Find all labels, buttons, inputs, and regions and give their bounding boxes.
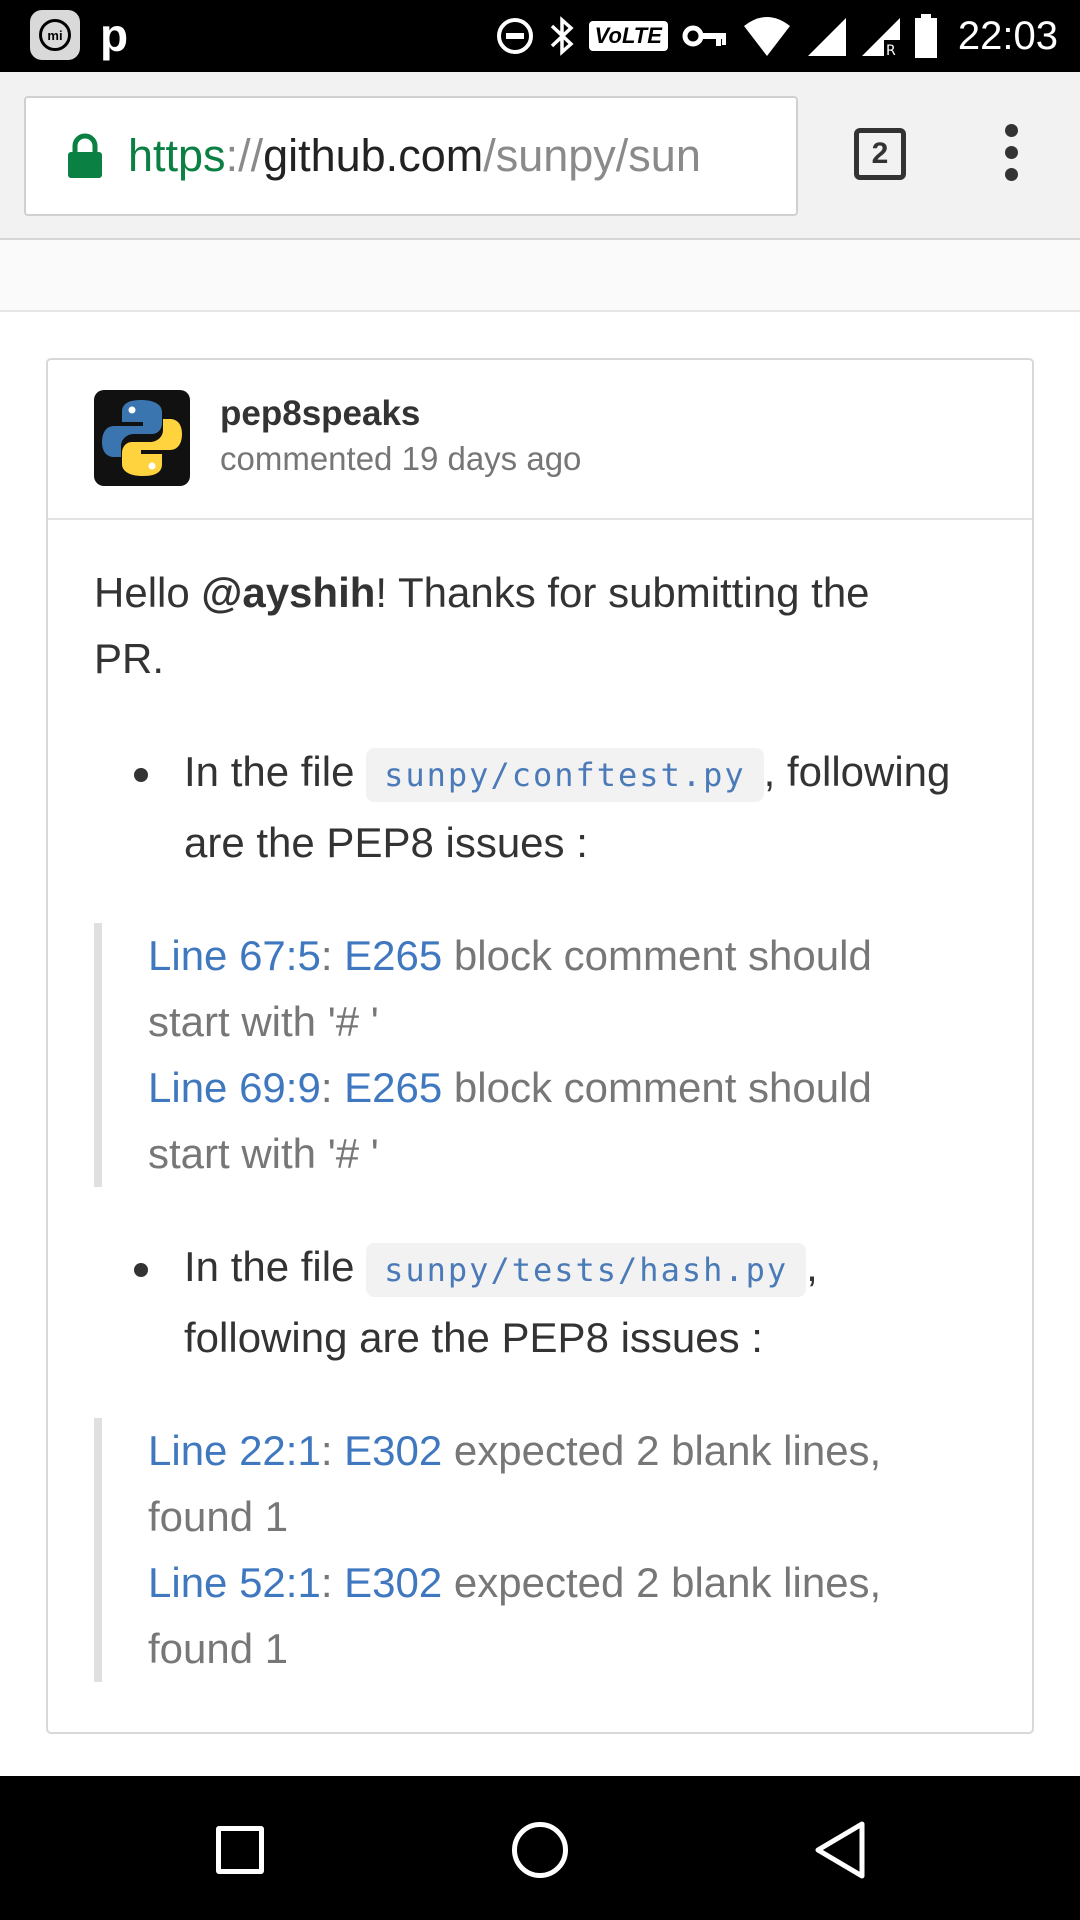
mi-icon: mi (30, 10, 80, 60)
browser-toolbar: https://github.com/sunpy/sun 2 (0, 72, 1080, 240)
p-icon: p (100, 9, 129, 61)
issues-blockquote: Line 22:1: E302 expected 2 blank lines, … (94, 1418, 948, 1682)
file-prefix: In the file (184, 1243, 367, 1290)
file-prefix: In the file (184, 748, 367, 795)
issue-line: Line 22:1: E302 expected 2 blank lines, … (148, 1418, 948, 1550)
battery-icon (914, 14, 937, 58)
python-logo-icon (102, 400, 182, 476)
comment-body: Hello @ayshih! Thanks for submitting the… (48, 520, 1032, 1682)
mi-label: mi (39, 19, 71, 51)
issue-colon: : (320, 1064, 345, 1111)
lock-icon (68, 133, 102, 178)
user-mention[interactable]: @ayshih (201, 569, 375, 616)
comment-timestamp-link[interactable]: 19 days ago (402, 440, 582, 477)
issue-line-link[interactable]: Line 22:1 (148, 1427, 321, 1474)
comment-author[interactable]: pep8speaks (220, 394, 420, 434)
issue-colon: : (320, 932, 345, 979)
url-scheme: https (128, 130, 226, 181)
url-separator: :// (225, 130, 264, 181)
navigation-bar (0, 1776, 1080, 1920)
signal-roaming-icon: R (861, 18, 900, 56)
greeting-prefix: Hello (94, 569, 202, 616)
issue-code-link[interactable]: E302 (344, 1559, 442, 1606)
vpn-key-icon (682, 25, 726, 47)
comment-card: pep8speaks commented 19 days ago Hello @… (46, 358, 1034, 1734)
home-icon[interactable] (512, 1822, 568, 1878)
issue-code-link[interactable]: E302 (344, 1427, 442, 1474)
status-bar: mi p VoLTE R 22:03 (0, 0, 1080, 72)
bullet-icon (134, 1263, 148, 1277)
issue-line: Line 69:9: E265 block comment should sta… (148, 1055, 948, 1187)
issue-line: Line 67:5: E265 block comment should sta… (148, 923, 948, 1055)
issue-line-link[interactable]: Line 67:5 (148, 932, 321, 979)
file-name-code: sunpy/conftest.py (366, 748, 764, 802)
page-top-strip (0, 240, 1080, 312)
comment-meta: commented 19 days ago (220, 440, 581, 478)
do-not-disturb-icon (496, 18, 533, 54)
recent-apps-icon[interactable] (216, 1826, 264, 1874)
url-bar[interactable]: https://github.com/sunpy/sun (24, 96, 798, 216)
issue-line-link[interactable]: Line 69:9 (148, 1064, 321, 1111)
back-icon[interactable] (812, 1820, 868, 1880)
signal-icon (807, 18, 846, 56)
bullet-icon (134, 768, 148, 782)
url-text[interactable]: https://github.com/sunpy/sun (128, 130, 701, 182)
issue-colon: : (320, 1427, 345, 1474)
comment-meta-prefix: commented (220, 440, 402, 477)
file-name-code: sunpy/tests/hash.py (366, 1243, 807, 1297)
wifi-icon (743, 17, 790, 56)
list-item: In the file sunpy/tests/hash.py, followi… (94, 1233, 986, 1372)
list-item: In the file sunpy/conftest.py, following… (94, 738, 986, 877)
issue-line-link[interactable]: Line 52:1 (148, 1559, 321, 1606)
issue-colon: : (320, 1559, 345, 1606)
url-path: /sunpy/sun (483, 130, 701, 181)
comment-header: pep8speaks commented 19 days ago (48, 360, 1032, 520)
issues-blockquote: Line 67:5: E265 block comment should sta… (94, 923, 948, 1187)
bluetooth-icon (550, 16, 574, 56)
svg-text:R: R (886, 43, 896, 56)
avatar[interactable] (94, 390, 190, 486)
status-time: 22:03 (957, 13, 1058, 58)
overflow-menu-icon[interactable] (996, 124, 1026, 188)
url-host: github.com (263, 130, 484, 181)
issue-code-link[interactable]: E265 (344, 1064, 442, 1111)
issue-code-link[interactable]: E265 (344, 932, 442, 979)
greeting-text: Hello @ayshih! Thanks for submitting the… (94, 560, 944, 692)
tab-switcher-button[interactable]: 2 (854, 128, 906, 180)
issue-line: Line 52:1: E302 expected 2 blank lines, … (148, 1550, 948, 1682)
volte-icon: VoLTE (588, 21, 668, 51)
